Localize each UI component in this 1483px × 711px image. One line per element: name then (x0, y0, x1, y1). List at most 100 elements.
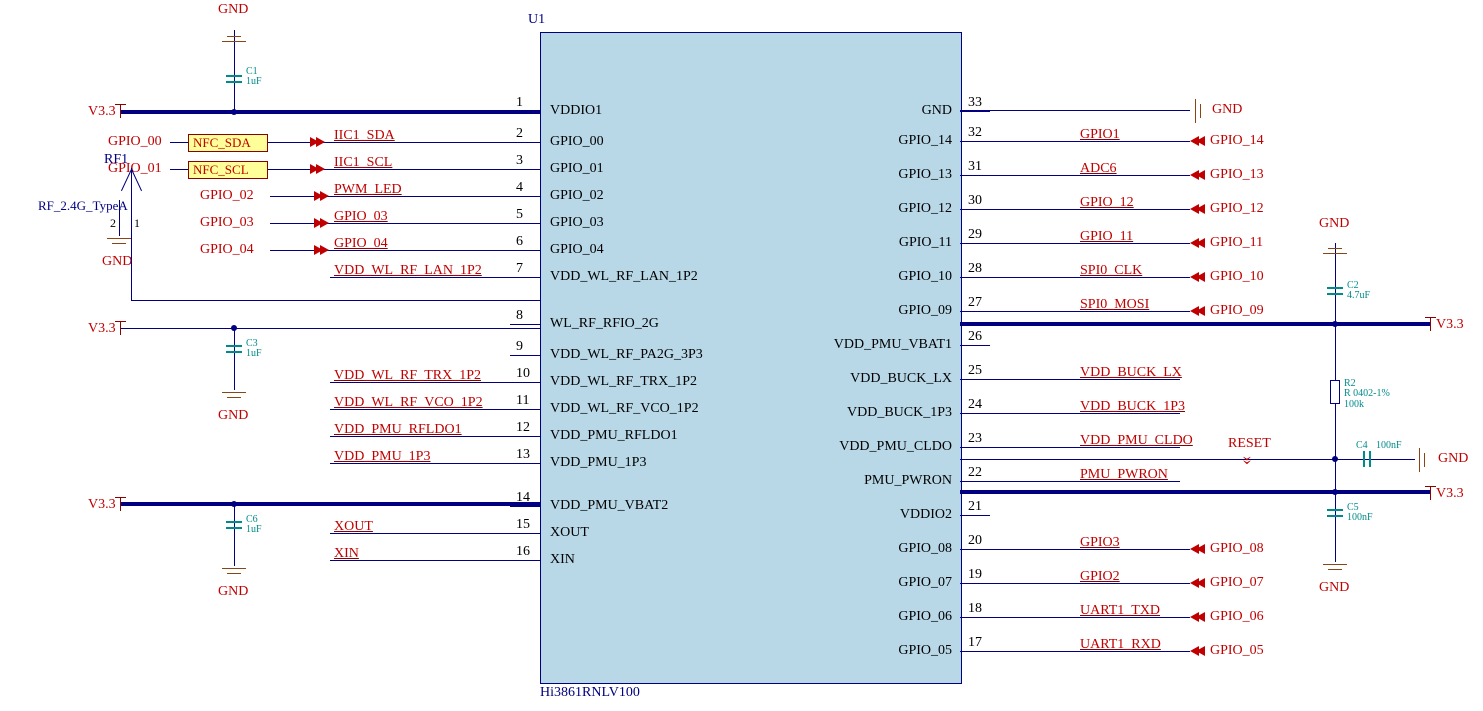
pin-stub (960, 243, 990, 244)
net-label: VDD_PMU_CLDO (1080, 433, 1193, 449)
pin-stub (960, 209, 990, 210)
pin-number: 6 (516, 234, 523, 250)
net-label: VDD_WL_RF_VCO_1P2 (334, 395, 483, 411)
port-label: GPIO_08 (1210, 541, 1264, 557)
gnd-symbol-c5 (1323, 564, 1347, 578)
pin-name: VDDIO2 (900, 507, 952, 523)
rf-pin2: 2 (110, 216, 116, 231)
bus-vddio1 (120, 110, 540, 114)
power-v33-1 (120, 104, 121, 118)
pin-stub (960, 111, 990, 112)
pin-number: 21 (968, 499, 982, 515)
net-label: GPIO2 (1080, 569, 1120, 585)
c4-ref: C4 (1356, 440, 1368, 451)
power-v33-r2 (1430, 486, 1431, 500)
pin-number: 27 (968, 295, 982, 311)
port-arrow-icon (320, 191, 329, 201)
pin-number: 22 (968, 465, 982, 481)
pin-name: VDD_BUCK_LX (850, 371, 952, 387)
pin-number: 32 (968, 125, 982, 141)
net-label: UART1_TXD (1080, 603, 1160, 619)
port-label: GPIO_11 (1210, 235, 1263, 251)
c2-val: 4.7uF (1347, 290, 1370, 301)
pin-number: 8 (516, 308, 523, 324)
power-v33-label-r2: V3.3 (1436, 486, 1464, 502)
pin-number: 1 (516, 95, 523, 111)
c5-val: 100nF (1347, 512, 1373, 523)
net-label: VDD_PMU_1P3 (334, 449, 430, 465)
pin-number: 4 (516, 180, 523, 196)
net-label: PMU_PWRON (1080, 467, 1168, 483)
gnd-label-c3: GND (218, 408, 248, 424)
net-label: VDD_WL_RF_LAN_1P2 (334, 263, 482, 279)
pin-name: VDD_PMU_VBAT2 (550, 498, 668, 514)
pin-name: GPIO_02 (550, 188, 604, 204)
pin-name: GPIO_07 (898, 575, 952, 591)
port-label: GPIO_03 (200, 215, 254, 231)
power-v33-label-r1: V3.3 (1436, 317, 1464, 333)
power-v33-3 (120, 497, 121, 511)
pin-name: GPIO_08 (898, 541, 952, 557)
port-label: GPIO_13 (1210, 167, 1264, 183)
gnd-symbol-c4 (1419, 448, 1433, 472)
port-label: GPIO_12 (1210, 201, 1264, 217)
gnd-symbol-33 (1195, 99, 1209, 123)
pin-stub (960, 175, 990, 176)
pin-name: GPIO_13 (898, 167, 952, 183)
pin-stub (960, 277, 990, 278)
pin-name: GPIO_10 (898, 269, 952, 285)
pin-number: 33 (968, 95, 982, 111)
resistor-r2 (1330, 380, 1340, 404)
gnd-label-c2: GND (1319, 216, 1349, 232)
pin-number: 26 (968, 329, 982, 345)
net-label: VDD_WL_RF_TRX_1P2 (334, 368, 481, 384)
pin-name: VDDIO1 (550, 103, 602, 119)
rf-pin1: 1 (134, 216, 140, 231)
capacitor-c5 (1327, 512, 1343, 513)
bus-tag: NFC_SDA (188, 134, 268, 152)
pin-name: GPIO_05 (898, 643, 952, 659)
port-label: GPIO_06 (1210, 609, 1264, 625)
pin-stub (960, 583, 990, 584)
capacitor-c2 (1327, 290, 1343, 291)
pin-name: GPIO_12 (898, 201, 952, 217)
net-label: VDD_PMU_RFLDO1 (334, 422, 462, 438)
pin-name: VDD_BUCK_1P3 (847, 405, 952, 421)
pin-number: 15 (516, 517, 530, 533)
gnd-label-c1: GND (218, 2, 248, 18)
port-label: GPIO_10 (1210, 269, 1264, 285)
pin-name: VDD_PMU_1P3 (550, 455, 646, 471)
port-arrow-icon (1196, 204, 1205, 214)
reset-arrow-icon: » (1238, 456, 1259, 465)
gnd-label-c6: GND (218, 584, 248, 600)
pin-number: 11 (516, 393, 529, 409)
port-label: GPIO_05 (1210, 643, 1264, 659)
pin-name: GPIO_01 (550, 161, 604, 177)
port-arrow-icon (1196, 578, 1205, 588)
gnd-label-33: GND (1212, 102, 1242, 118)
port-arrow-icon (1196, 136, 1205, 146)
net-label: GPIO3 (1080, 535, 1120, 551)
net-label: GPIO1 (1080, 127, 1120, 143)
pin-number: 20 (968, 533, 982, 549)
power-v33-label-2: V3.3 (88, 321, 116, 337)
pin-name: VDD_PMU_RFLDO1 (550, 428, 678, 444)
rf1-ref: RF1 (104, 152, 128, 168)
pin-name: VDD_WL_RF_TRX_1P2 (550, 374, 697, 390)
net-label: IIC1_SCL (334, 155, 392, 171)
pin-name: XIN (550, 552, 575, 568)
net-label: XIN (334, 546, 359, 562)
c3-val: 1uF (246, 348, 262, 359)
port-label: GPIO_00 (108, 134, 162, 150)
pin-stub (960, 345, 990, 346)
pin-name: XOUT (550, 525, 589, 541)
gnd-symbol-c6 (222, 568, 246, 582)
pin-number: 18 (968, 601, 982, 617)
pin-name: GPIO_04 (550, 242, 604, 258)
gnd-label-c4: GND (1438, 451, 1468, 467)
port-label: GPIO_07 (1210, 575, 1264, 591)
gnd-symbol-c3 (222, 392, 246, 406)
power-v33-r1 (1430, 317, 1431, 331)
port-arrow-icon (1196, 272, 1205, 282)
net-label: SPI0_CLK (1080, 263, 1142, 279)
